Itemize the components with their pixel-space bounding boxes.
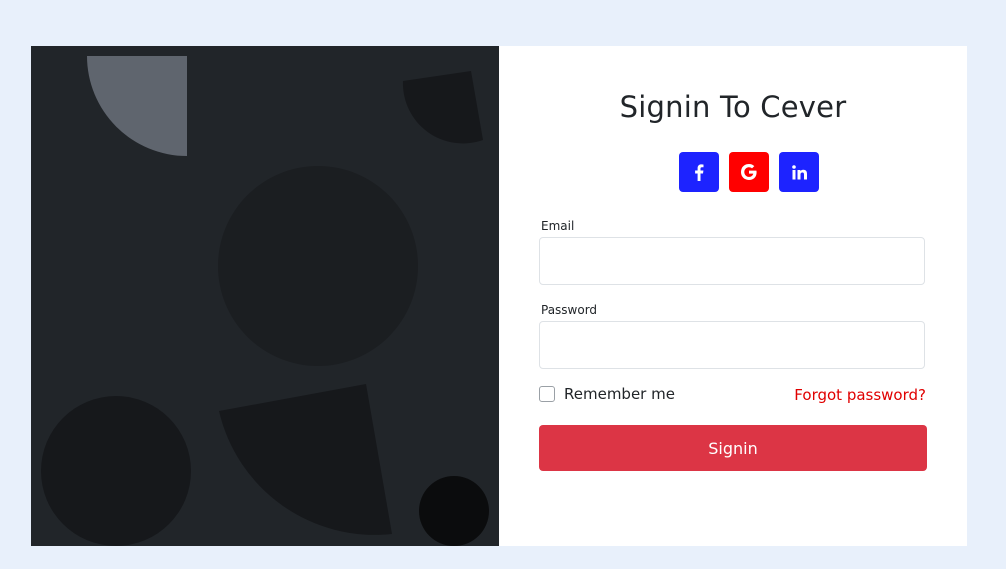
password-label: Password bbox=[541, 303, 598, 317]
wedge-shape-top-right bbox=[402, 71, 483, 144]
large-circle-shape bbox=[218, 166, 418, 366]
bottom-left-circle-shape bbox=[41, 396, 191, 546]
decorative-shapes bbox=[41, 56, 489, 546]
facebook-login-button[interactable] bbox=[679, 152, 719, 192]
decorative-art-panel bbox=[31, 46, 499, 546]
quarter-circle-shape bbox=[87, 56, 187, 156]
password-field[interactable] bbox=[539, 321, 925, 369]
google-icon bbox=[741, 164, 757, 180]
facebook-icon bbox=[695, 163, 704, 181]
linkedin-icon bbox=[791, 164, 807, 179]
signin-form: Signin To Cever Email Password Remember … bbox=[499, 46, 967, 546]
signin-button[interactable]: Signin bbox=[539, 425, 927, 471]
signin-card: Signin To Cever Email Password Remember … bbox=[31, 46, 967, 546]
linkedin-login-button[interactable] bbox=[779, 152, 819, 192]
remember-me-label: Remember me bbox=[564, 385, 675, 403]
sector-shape-bottom bbox=[219, 384, 392, 535]
page-title: Signin To Cever bbox=[619, 90, 847, 124]
email-field[interactable] bbox=[539, 237, 925, 285]
remember-me-row: Remember me bbox=[539, 385, 675, 403]
small-dark-circle-shape bbox=[419, 476, 489, 546]
remember-me-checkbox[interactable] bbox=[539, 386, 555, 402]
social-login-buttons bbox=[679, 152, 819, 192]
email-label: Email bbox=[541, 219, 575, 233]
google-login-button[interactable] bbox=[729, 152, 769, 192]
forgot-password-link[interactable]: Forgot password? bbox=[794, 386, 926, 404]
